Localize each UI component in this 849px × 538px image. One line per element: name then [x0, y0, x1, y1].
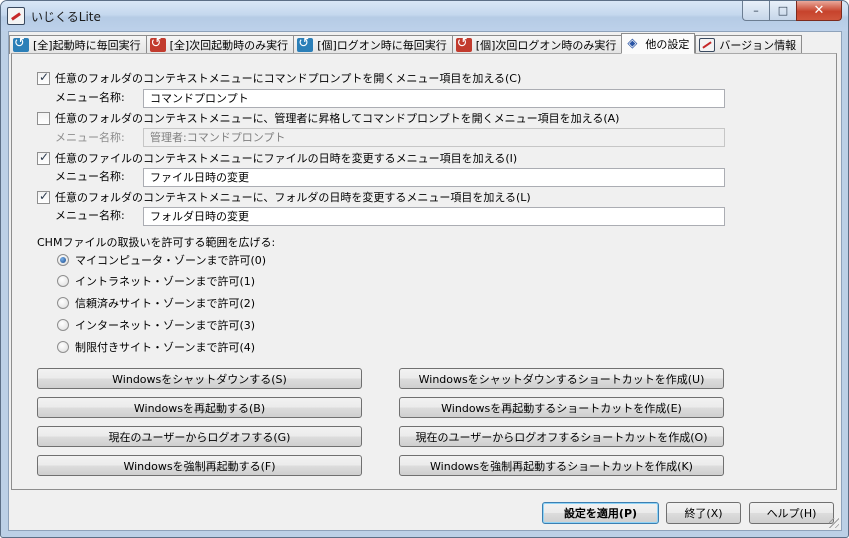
resize-grip[interactable]: [829, 518, 839, 528]
tab-user-next-logon-once[interactable]: [個]次回ログオン時のみ実行: [451, 35, 622, 54]
close-button[interactable]: ✕: [796, 1, 842, 21]
menu-name-label: メニュー名称:: [55, 131, 125, 144]
chm-zone-label: マイコンピュータ・ゾーンまで許可(0): [75, 254, 267, 267]
tab-strip: [全]起動時に毎回実行 [全]次回起動時のみ実行 [個]ログオン時に毎回実行 […: [9, 33, 803, 54]
chm-range-heading: CHMファイルの取扱いを許可する範囲を広げる:: [37, 236, 276, 249]
chm-zone-label: 信頼済みサイト・ゾーンまで許可(2): [75, 297, 256, 310]
client-area: [全]起動時に毎回実行 [全]次回起動時のみ実行 [個]ログオン時に毎回実行 […: [8, 31, 842, 531]
run-once-icon: [149, 36, 166, 52]
chm-zone-radio[interactable]: [57, 319, 69, 331]
chm-zone-radio[interactable]: [57, 297, 69, 309]
cmd-prompt-menu-checkbox[interactable]: [37, 70, 50, 85]
shutdown-button[interactable]: Windowsをシャットダウンする(S): [37, 368, 362, 389]
exit-button[interactable]: 終了(X): [666, 502, 741, 524]
shutdown-shortcut-button[interactable]: Windowsをシャットダウンするショートカットを作成(U): [399, 368, 724, 389]
caption-buttons: – □ ✕: [742, 1, 842, 21]
app-window: いじくるLite – □ ✕ [全]起動時に毎回実行 [全]次回起動時のみ実行 …: [0, 0, 849, 538]
recurring-run-icon: [13, 36, 29, 52]
tab-label: [個]ログオン時に毎回実行: [317, 39, 447, 52]
folder-date-menu-checkbox[interactable]: [37, 189, 50, 204]
chm-zone-radio[interactable]: [57, 341, 69, 353]
menu-name-label: メニュー名称:: [55, 209, 125, 222]
admin-cmd-prompt-menu-checkbox[interactable]: [37, 111, 50, 125]
apply-settings-button[interactable]: 設定を適用(P): [542, 502, 659, 524]
chm-zone-option[interactable]: 制限付きサイト・ゾーンまで許可(4): [57, 339, 255, 355]
restart-shortcut-button[interactable]: Windowsを再起動するショートカットを作成(E): [399, 397, 724, 418]
chm-zone-radio[interactable]: [57, 254, 69, 266]
chm-zone-label: インターネット・ゾーンまで許可(3): [75, 319, 256, 332]
title-bar[interactable]: いじくるLite – □ ✕: [1, 1, 848, 31]
tab-label: [全]起動時に毎回実行: [33, 39, 141, 52]
tab-user-logon-every-time[interactable]: [個]ログオン時に毎回実行: [293, 35, 452, 54]
admin-cmd-prompt-menu-option[interactable]: 任意のフォルダのコンテキストメニューに、管理者に昇格してコマンドプロンプトを開く…: [37, 110, 619, 126]
app-icon: [699, 38, 716, 52]
run-once-icon: [455, 36, 472, 52]
app-icon: [7, 7, 25, 25]
file-date-menu-option[interactable]: 任意のファイルのコンテキストメニューにファイルの日時を変更するメニュー項目を加え…: [37, 150, 517, 166]
option-label: 任意のフォルダのコンテキストメニューに、フォルダの日時を変更するメニュー項目を加…: [55, 191, 531, 204]
other-settings-panel: 任意のフォルダのコンテキストメニューにコマンドプロンプトを開くメニュー項目を加え…: [11, 53, 837, 490]
recurring-run-icon: [297, 36, 314, 52]
tab-version-info[interactable]: バージョン情報: [695, 35, 803, 54]
help-button[interactable]: ヘルプ(H): [749, 502, 834, 524]
tab-label: [全]次回起動時のみ実行: [169, 39, 289, 52]
logoff-button[interactable]: 現在のユーザーからログオフする(G): [37, 426, 362, 447]
chm-zone-option[interactable]: インターネット・ゾーンまで許可(3): [57, 317, 255, 333]
tab-label: [個]次回ログオン時のみ実行: [475, 39, 617, 52]
folder-date-menu-option[interactable]: 任意のフォルダのコンテキストメニューに、フォルダの日時を変更するメニュー項目を加…: [37, 189, 531, 205]
file-date-menu-name-field[interactable]: ファイル日時の変更: [143, 168, 725, 187]
logoff-shortcut-button[interactable]: 現在のユーザーからログオフするショートカットを作成(O): [399, 426, 724, 447]
tab-label: 他の設定: [645, 37, 690, 51]
tab-all-startup-every-time[interactable]: [全]起動時に毎回実行: [9, 35, 146, 54]
settings-icon: [625, 36, 641, 51]
chm-zone-label: 制限付きサイト・ゾーンまで許可(4): [75, 341, 256, 354]
chm-zone-option[interactable]: イントラネット・ゾーンまで許可(1): [57, 273, 255, 289]
maximize-button[interactable]: □: [769, 1, 796, 21]
tab-other-settings[interactable]: 他の設定: [621, 33, 696, 54]
chm-zone-option[interactable]: 信頼済みサイト・ゾーンまで許可(2): [57, 295, 255, 311]
chm-zone-radio[interactable]: [57, 275, 69, 287]
folder-date-menu-name-field[interactable]: フォルダ日時の変更: [143, 207, 725, 226]
admin-cmd-prompt-menu-name-field: 管理者:コマンドプロンプト: [143, 128, 725, 147]
restart-button[interactable]: Windowsを再起動する(B): [37, 397, 362, 418]
force-restart-shortcut-button[interactable]: Windowsを強制再起動するショートカットを作成(K): [399, 455, 724, 476]
window-title: いじくるLite: [31, 10, 101, 24]
option-label: 任意のフォルダのコンテキストメニューに、管理者に昇格してコマンドプロンプトを開く…: [55, 112, 620, 125]
option-label: 任意のフォルダのコンテキストメニューにコマンドプロンプトを開くメニュー項目を加え…: [55, 72, 522, 85]
force-restart-button[interactable]: Windowsを強制再起動する(F): [37, 455, 362, 476]
menu-name-label: メニュー名称:: [55, 91, 125, 104]
close-icon: ✕: [813, 3, 825, 18]
maximize-icon: □: [777, 4, 789, 17]
option-label: 任意のファイルのコンテキストメニューにファイルの日時を変更するメニュー項目を加え…: [55, 152, 518, 165]
tab-label: バージョン情報: [719, 39, 797, 52]
chm-zone-option[interactable]: マイコンピュータ・ゾーンまで許可(0): [57, 252, 266, 268]
cmd-prompt-menu-option[interactable]: 任意のフォルダのコンテキストメニューにコマンドプロンプトを開くメニュー項目を加え…: [37, 70, 521, 86]
chm-zone-label: イントラネット・ゾーンまで許可(1): [75, 275, 256, 288]
menu-name-label: メニュー名称:: [55, 170, 125, 183]
tab-all-next-startup-once[interactable]: [全]次回起動時のみ実行: [145, 35, 294, 54]
cmd-prompt-menu-name-field[interactable]: コマンドプロンプト: [143, 89, 725, 108]
minimize-icon: –: [753, 4, 759, 17]
file-date-menu-checkbox[interactable]: [37, 150, 50, 165]
minimize-button[interactable]: –: [742, 1, 769, 21]
